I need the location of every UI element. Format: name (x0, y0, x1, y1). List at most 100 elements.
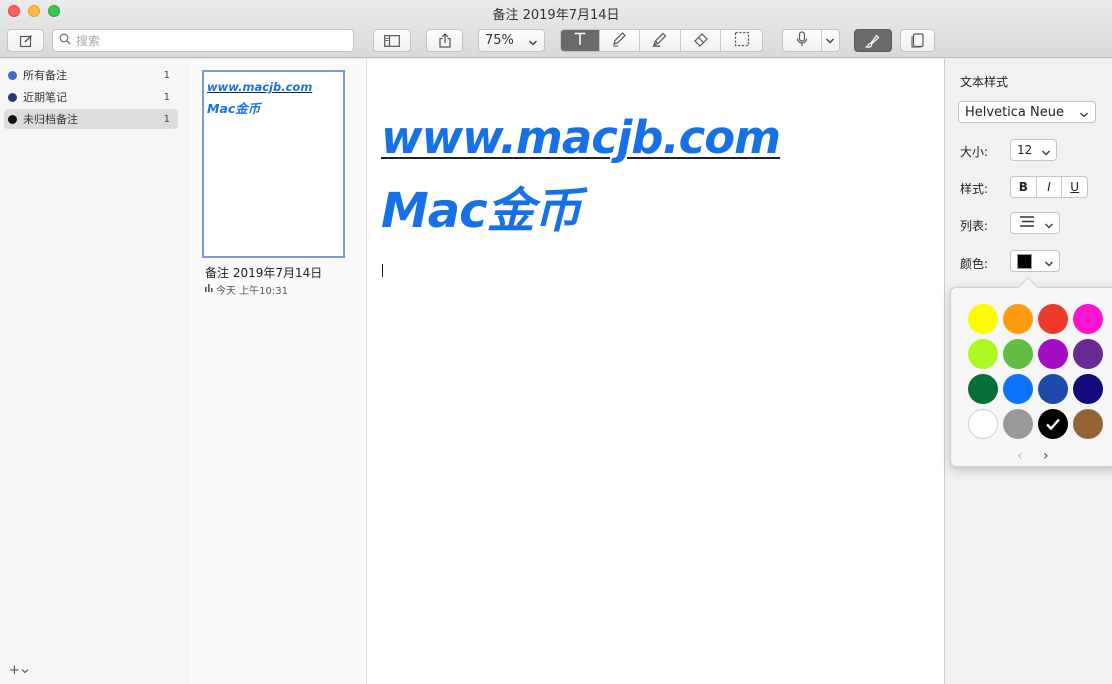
chevron-down-icon (1044, 219, 1054, 233)
sidebar: 所有备注 1 近期笔记 1 未归档备注 1 + (0, 59, 190, 684)
page-view-button[interactable] (900, 29, 935, 52)
color-swatch[interactable] (1073, 304, 1103, 334)
share-button[interactable] (426, 29, 463, 52)
window-title: 备注 2019年7月14日 (492, 8, 620, 23)
color-swatch[interactable] (1038, 339, 1068, 369)
audio-bars-icon (205, 284, 213, 295)
sidebar-item-label: 未归档备注 (23, 113, 78, 126)
note-list: www.macjb.com Mac金币 备注 2019年7月14日 今天 上午1… (190, 59, 367, 684)
color-swatch[interactable] (968, 304, 998, 334)
color-swatch[interactable] (1073, 374, 1103, 404)
zoom-value: 75% (485, 33, 514, 48)
palette-prev-button[interactable]: ‹ (1017, 448, 1023, 464)
text-style-toggles: B I U (1010, 176, 1088, 198)
inspector-title: 文本样式 (960, 75, 1009, 89)
search-field[interactable] (52, 29, 354, 52)
search-icon (59, 33, 71, 48)
editor-text-line-1[interactable]: www.macjb.com (381, 115, 781, 160)
eraser-icon (693, 31, 709, 50)
dictation-group (782, 29, 840, 52)
zoom-select[interactable]: 75% (478, 29, 545, 52)
sidebar-item-unfiled-notes[interactable]: 未归档备注 1 (4, 109, 178, 129)
list-lines-icon (1020, 216, 1034, 230)
color-label: 颜色: (960, 257, 989, 271)
title-bar: 备注 2019年7月14日 75% (0, 0, 1112, 58)
color-swatch[interactable] (1073, 409, 1103, 439)
color-swatch[interactable] (1003, 339, 1033, 369)
editor-text-line-2[interactable]: Mac金币 (381, 187, 582, 235)
thumbnail-line-2: Mac金币 (207, 101, 261, 116)
color-palette-popover: ‹ › (950, 277, 1112, 467)
italic-button[interactable]: I (1037, 177, 1063, 197)
sidebar-icon (384, 34, 400, 47)
search-input[interactable] (76, 33, 336, 48)
share-icon (438, 33, 451, 48)
font-size-value: 12 (1017, 143, 1033, 157)
note-timestamp-text: 今天 上午10:31 (216, 286, 288, 297)
folder-dot-icon (8, 114, 17, 124)
selection-tool-button[interactable] (721, 30, 762, 51)
chevron-down-icon (1041, 146, 1051, 160)
markup-tools-group (560, 29, 763, 52)
chevron-down-icon (21, 663, 29, 678)
chevron-down-icon (528, 36, 538, 51)
font-size-select[interactable]: 12 (1010, 139, 1057, 161)
text-color-select[interactable] (1010, 250, 1060, 272)
list-label: 列表: (960, 219, 989, 233)
color-swatch[interactable] (968, 374, 998, 404)
highlighter-icon (652, 31, 668, 50)
size-label: 大小: (960, 145, 989, 159)
sidebar-item-recent-notes[interactable]: 近期笔记 1 (4, 87, 178, 107)
style-label: 样式: (960, 182, 989, 196)
sidebar-item-count: 1 (163, 113, 170, 125)
add-folder-button[interactable]: + (9, 663, 29, 678)
text-tool-button[interactable] (561, 30, 600, 51)
checkmark-icon (1045, 417, 1061, 434)
color-swatch[interactable] (1038, 374, 1068, 404)
chevron-down-icon (825, 34, 835, 48)
sidebar-item-label: 所有备注 (23, 69, 67, 82)
list-style-select[interactable] (1010, 212, 1060, 234)
sidebar-item-all-notes[interactable]: 所有备注 1 (4, 65, 178, 85)
page-icon (911, 33, 925, 48)
folder-dot-icon (8, 70, 17, 80)
format-inspector-button[interactable] (854, 29, 892, 52)
sidebar-item-count: 1 (163, 91, 170, 103)
pen-tool-button[interactable] (600, 30, 641, 51)
note-title: 备注 2019年7月14日 (205, 266, 323, 280)
thumbnail-line-1: www.macjb.com (207, 80, 313, 94)
sidebar-item-label: 近期笔记 (23, 91, 67, 104)
dictation-menu-button[interactable] (822, 30, 839, 51)
color-swatch[interactable] (1003, 304, 1033, 334)
chevron-down-icon (1044, 257, 1054, 271)
pen-icon (611, 31, 627, 50)
toggle-sidebar-button[interactable] (373, 29, 411, 52)
color-swatch[interactable] (1003, 374, 1033, 404)
underline-button[interactable]: U (1062, 177, 1087, 197)
sidebar-item-count: 1 (163, 69, 170, 81)
new-note-button[interactable] (7, 29, 44, 52)
note-timestamp: 今天 上午10:31 (205, 282, 288, 297)
chevron-down-icon (1079, 108, 1089, 123)
eraser-tool-button[interactable] (681, 30, 722, 51)
microphone-button[interactable] (783, 30, 822, 51)
current-color-swatch (1017, 253, 1032, 269)
color-swatch[interactable] (968, 409, 998, 439)
highlighter-tool-button[interactable] (640, 30, 681, 51)
text-tool-icon (573, 32, 587, 49)
color-swatch[interactable] (1038, 304, 1068, 334)
palette-next-button[interactable]: › (1043, 448, 1049, 464)
note-editor[interactable]: www.macjb.com Mac金币 (367, 59, 944, 684)
brush-icon (865, 33, 881, 49)
note-thumbnail[interactable]: www.macjb.com Mac金币 (202, 70, 345, 258)
font-family-select[interactable]: Helvetica Neue (958, 101, 1096, 123)
compose-icon (19, 34, 33, 48)
color-swatch[interactable] (1073, 339, 1103, 369)
color-swatch[interactable] (1003, 409, 1033, 439)
color-swatch[interactable] (968, 339, 998, 369)
plus-icon: + (9, 663, 20, 678)
color-swatch[interactable] (1038, 409, 1068, 439)
bold-button[interactable]: B (1011, 177, 1037, 197)
folder-dot-icon (8, 92, 17, 102)
font-family-value: Helvetica Neue (965, 104, 1064, 120)
